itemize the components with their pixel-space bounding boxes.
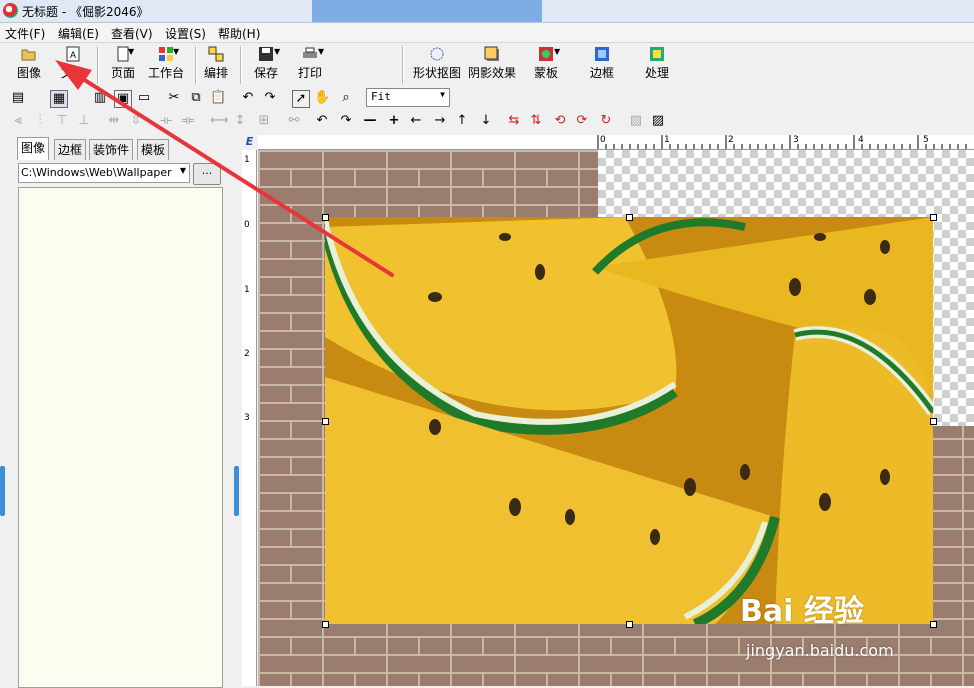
annotation-arrow — [55, 60, 394, 277]
